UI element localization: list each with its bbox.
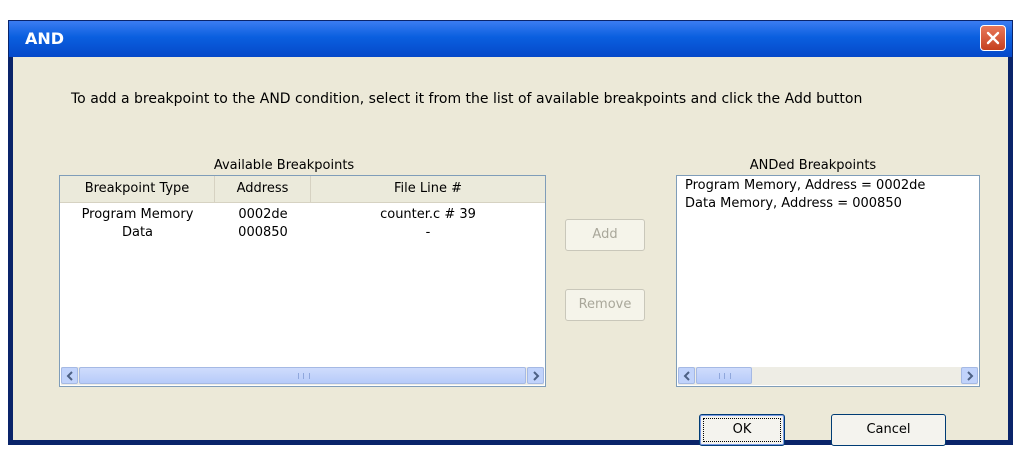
cell-file-line: counter.c # 39 xyxy=(380,207,476,222)
arrow-left-icon xyxy=(66,371,73,381)
arrow-right-icon xyxy=(967,371,974,381)
cell-type: Program Memory xyxy=(81,207,194,222)
cell-address: 0002de xyxy=(238,207,288,222)
dialog-body: To add a breakpoint to the AND condition… xyxy=(13,57,1008,446)
scrollbar-thumb[interactable] xyxy=(79,367,526,384)
arrow-left-icon xyxy=(683,371,690,381)
close-icon xyxy=(986,31,1000,45)
available-breakpoints-caption: Available Breakpoints xyxy=(213,158,355,173)
focus-rectangle xyxy=(703,418,781,442)
list-item[interactable]: Data Memory, Address = 000850 xyxy=(685,196,902,211)
arrow-right-icon xyxy=(533,371,540,381)
scrollbar-thumb[interactable] xyxy=(696,367,752,384)
close-button[interactable] xyxy=(980,25,1006,51)
anded-breakpoints-caption: ANDed Breakpoints xyxy=(749,158,877,173)
table-row[interactable]: Data 000850 - xyxy=(60,224,545,242)
cell-type: Data xyxy=(121,225,154,240)
cancel-button[interactable]: Cancel xyxy=(831,414,946,446)
and-dialog: AND To add a breakpoint to the AND condi… xyxy=(8,20,1013,446)
cell-file-line: - xyxy=(425,225,431,240)
scroll-right-button[interactable] xyxy=(527,367,544,384)
ok-button[interactable]: OK xyxy=(699,414,785,446)
horizontal-scrollbar[interactable] xyxy=(678,367,978,385)
scroll-left-button[interactable] xyxy=(61,367,78,384)
anded-breakpoints-list[interactable]: Program Memory, Address = 0002de Data Me… xyxy=(676,175,980,387)
window-title: AND xyxy=(25,29,65,48)
remove-button[interactable]: Remove xyxy=(565,289,645,321)
add-button[interactable]: Add xyxy=(565,219,645,251)
column-header-type[interactable]: Breakpoint Type xyxy=(60,176,215,202)
horizontal-scrollbar[interactable] xyxy=(61,367,544,385)
cell-address: 000850 xyxy=(238,225,288,240)
list-header: Breakpoint Type Address File Line # xyxy=(60,176,545,203)
list-item[interactable]: Program Memory, Address = 0002de xyxy=(685,178,925,193)
scroll-left-button[interactable] xyxy=(678,367,695,384)
scroll-right-button[interactable] xyxy=(961,367,978,384)
column-header-address[interactable]: Address xyxy=(215,176,311,202)
title-bar[interactable]: AND xyxy=(9,21,1012,57)
instruction-text: To add a breakpoint to the AND condition… xyxy=(71,91,863,107)
table-row[interactable]: Program Memory 0002de counter.c # 39 xyxy=(60,206,545,224)
column-header-file-line[interactable]: File Line # xyxy=(311,176,545,202)
available-breakpoints-list[interactable]: Breakpoint Type Address File Line # Prog… xyxy=(59,175,546,387)
